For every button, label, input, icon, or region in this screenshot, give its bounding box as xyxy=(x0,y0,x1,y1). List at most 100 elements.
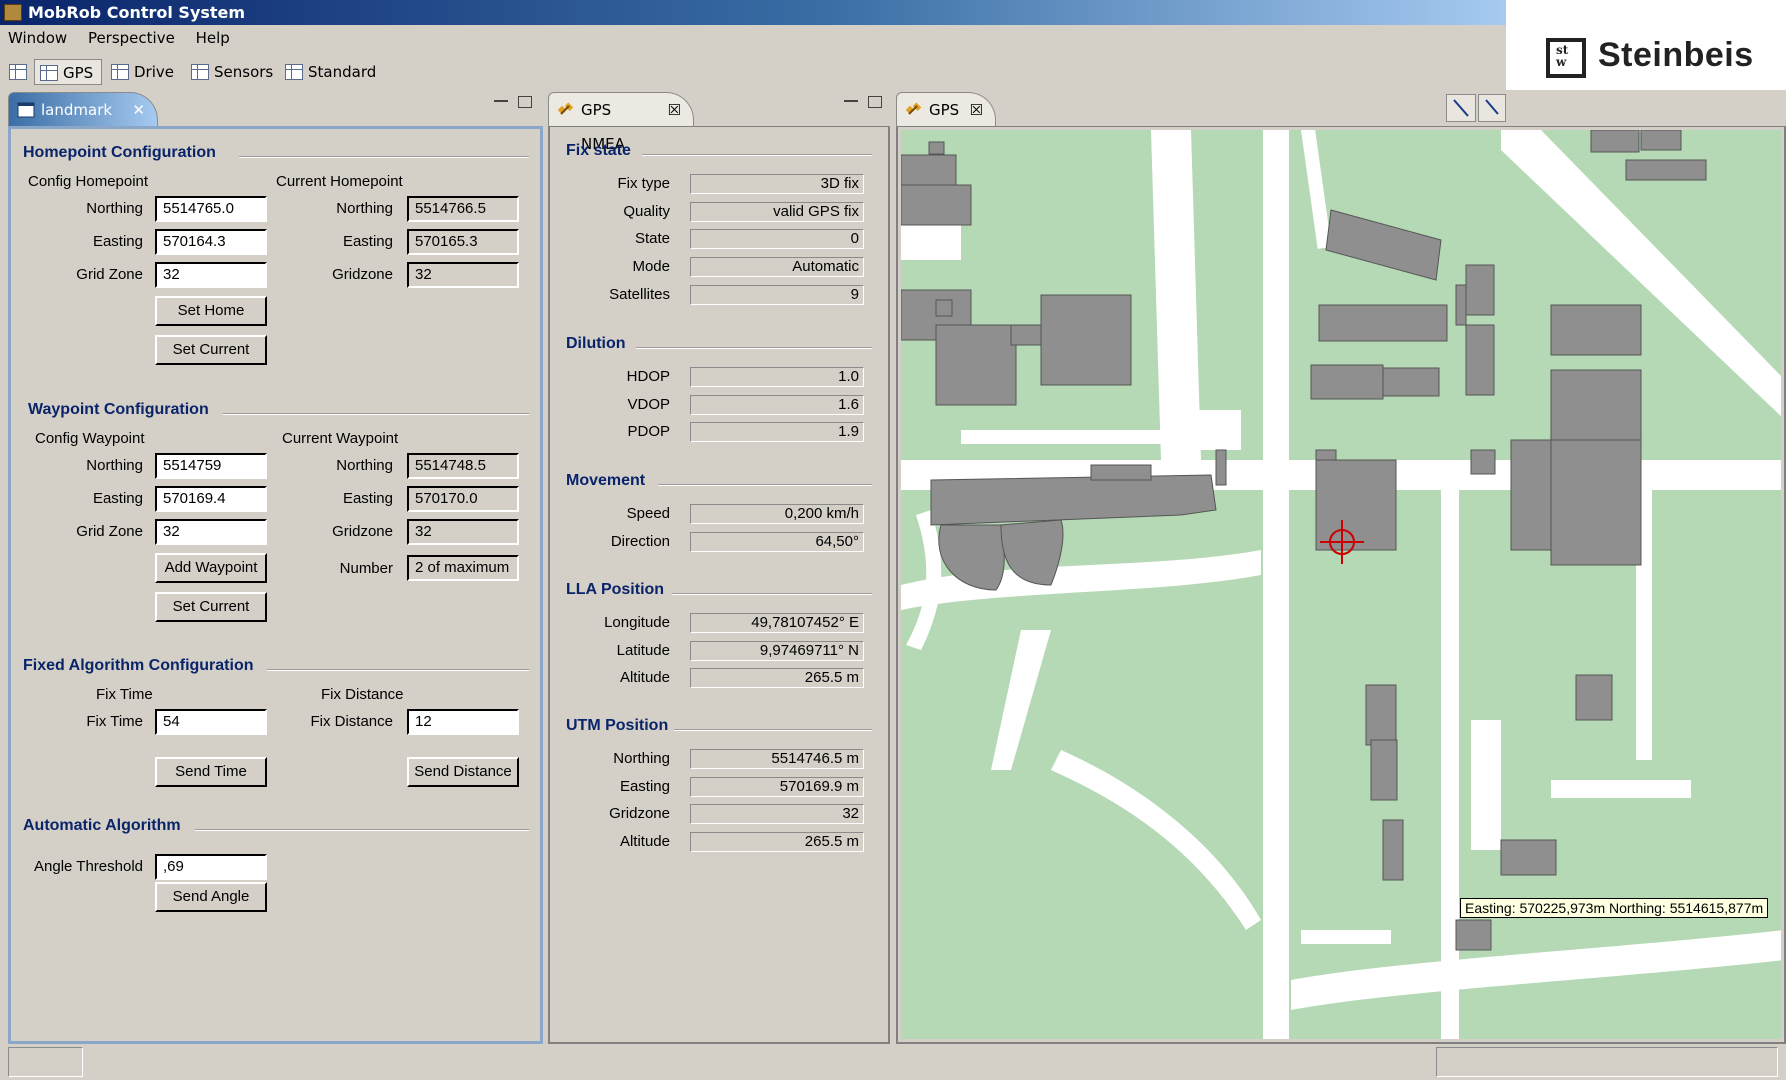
perspective-gps-button[interactable]: GPS xyxy=(34,59,102,85)
divider xyxy=(658,484,872,486)
minimize-icon[interactable] xyxy=(494,100,508,104)
home-set-current-button[interactable]: Set Current xyxy=(155,335,267,365)
satellite-icon xyxy=(905,102,922,115)
nmea-field-value: valid GPS fix xyxy=(690,202,864,222)
waypoint-current-easting-field: 570170.0 xyxy=(407,486,519,512)
close-icon[interactable]: ☒ xyxy=(668,93,681,127)
perspective-drive-button[interactable]: Drive xyxy=(106,59,184,85)
menu-perspective[interactable]: Perspective xyxy=(80,25,183,51)
nmea-field-value: 0,200 km/h xyxy=(690,504,864,524)
home-config-gridzone-input[interactable]: 32 xyxy=(155,262,267,288)
open-perspective-icon[interactable] xyxy=(9,64,27,80)
nmea-content: Fix state Dilution Movement LLA Position… xyxy=(548,126,890,1044)
campus-map[interactable]: Easting: 570225,973m Northing: 5514615,8… xyxy=(901,130,1781,1039)
close-icon[interactable]: ✕ xyxy=(132,93,145,127)
window-title: MobRob Control System xyxy=(28,3,246,22)
landmark-tab-strip: landmark ✕ xyxy=(8,90,543,126)
menu-window[interactable]: Window xyxy=(0,25,75,51)
waypoint-section-title: Waypoint Configuration xyxy=(28,401,209,418)
nmea-field-value: 5514746.5 m xyxy=(690,749,864,769)
close-icon[interactable]: ☒ xyxy=(970,93,983,127)
waypoint-config-gridzone-input[interactable]: 32 xyxy=(155,519,267,545)
nmea-field-label: Latitude xyxy=(616,642,670,659)
satellite-icon xyxy=(557,102,574,115)
status-cell xyxy=(8,1047,83,1077)
brand-name: Steinbeis xyxy=(1598,36,1754,74)
steinbeis-logo-icon: st w xyxy=(1546,38,1586,78)
send-distance-button[interactable]: Send Distance xyxy=(407,757,519,787)
gps-nmea-view: GPS NMEA ☒ Fix state Dilution Movement L… xyxy=(548,90,890,1044)
gridzone-label: Gridzone xyxy=(332,266,393,283)
fix-state-section-title: Fix state xyxy=(566,142,631,159)
landmark-content: Homepoint Configuration Config Homepoint… xyxy=(8,126,543,1044)
nmea-field-value: Automatic xyxy=(690,257,864,277)
angle-threshold-label: Angle Threshold xyxy=(34,858,143,875)
perspective-sensors-button[interactable]: Sensors xyxy=(186,59,278,85)
home-config-easting-input[interactable]: 570164.3 xyxy=(155,229,267,255)
home-current-northing-field: 5514766.5 xyxy=(407,196,519,222)
maximize-icon[interactable] xyxy=(868,96,882,108)
fixed-algorithm-section-title: Fixed Algorithm Configuration xyxy=(23,657,254,674)
nmea-field-label: Quality xyxy=(623,203,670,220)
map-tool-icon[interactable] xyxy=(1446,94,1476,122)
set-home-button[interactable]: Set Home xyxy=(155,296,267,326)
landmark-view: landmark ✕ Homepoint Configuration Confi… xyxy=(8,90,543,1044)
fix-distance-header: Fix Distance xyxy=(321,686,404,703)
divider xyxy=(223,413,529,415)
minimize-icon[interactable] xyxy=(844,100,858,104)
waypoint-set-current-button[interactable]: Set Current xyxy=(155,592,267,622)
lla-position-section-title: LLA Position xyxy=(566,581,665,598)
nmea-field-value: 0 xyxy=(690,229,864,249)
waypoint-config-northing-input[interactable]: 5514759 xyxy=(155,453,267,479)
fix-time-input[interactable]: 54 xyxy=(155,709,267,735)
divider xyxy=(674,729,872,731)
map-content: Easting: 570225,973m Northing: 5514615,8… xyxy=(896,126,1786,1044)
tab-landmark[interactable]: landmark ✕ xyxy=(8,92,158,126)
fix-time-header: Fix Time xyxy=(96,686,153,703)
fix-distance-input[interactable]: 12 xyxy=(407,709,519,735)
movement-section-title: Movement xyxy=(566,472,646,489)
divider xyxy=(195,829,529,831)
maximize-icon[interactable] xyxy=(518,96,532,108)
app-icon xyxy=(4,4,22,21)
status-bar xyxy=(0,1046,1786,1080)
menu-help[interactable]: Help xyxy=(188,25,238,51)
nmea-field-value: 49,78107452° E xyxy=(690,613,864,633)
nmea-field-label: Fix type xyxy=(617,175,670,192)
map-tool-icon[interactable] xyxy=(1478,94,1506,122)
nmea-field-value: 1.0 xyxy=(690,367,864,387)
nmea-field-label: State xyxy=(634,230,670,247)
nmea-field-label: PDOP xyxy=(627,423,670,440)
northing-label: Northing xyxy=(86,457,143,474)
send-angle-button[interactable]: Send Angle xyxy=(155,882,267,912)
divider xyxy=(672,593,872,595)
send-time-button[interactable]: Send Time xyxy=(155,757,267,787)
perspective-icon xyxy=(191,64,209,80)
nmea-field-value: 9,97469711° N xyxy=(690,641,864,661)
nmea-field-value: 265.5 m xyxy=(690,832,864,852)
utm-position-section-title: UTM Position xyxy=(566,717,669,734)
nmea-field-label: Longitude xyxy=(604,614,670,631)
divider xyxy=(642,154,872,156)
gridzone-label: Gridzone xyxy=(332,523,393,540)
nmea-field-label: HDOP xyxy=(626,368,670,385)
perspective-toolbar: GPS Drive Sensors Standard xyxy=(0,56,1506,88)
config-waypoint-label: Config Waypoint xyxy=(35,430,145,447)
tab-gps[interactable]: GPS ☒ xyxy=(896,92,996,126)
nmea-field-value: 265.5 m xyxy=(690,668,864,688)
tab-gps-nmea[interactable]: GPS NMEA ☒ xyxy=(548,92,694,153)
nmea-field-label: Northing xyxy=(613,750,670,767)
map-tab-strip: GPS ☒ xyxy=(896,90,1786,126)
number-label: Number xyxy=(339,560,393,577)
nmea-field-label: Easting xyxy=(619,778,670,795)
nmea-field-value: 9 xyxy=(690,285,864,305)
nmea-field-value: 3D fix xyxy=(690,174,864,194)
perspective-icon xyxy=(40,65,58,81)
easting-label: Easting xyxy=(92,490,143,507)
waypoint-config-easting-input[interactable]: 570169.4 xyxy=(155,486,267,512)
home-config-northing-input[interactable]: 5514765.0 xyxy=(155,196,267,222)
nmea-field-label: Direction xyxy=(610,533,670,550)
add-waypoint-button[interactable]: Add Waypoint xyxy=(155,553,267,583)
angle-threshold-input[interactable]: ,69 xyxy=(155,854,267,880)
perspective-standard-button[interactable]: Standard xyxy=(280,59,380,85)
